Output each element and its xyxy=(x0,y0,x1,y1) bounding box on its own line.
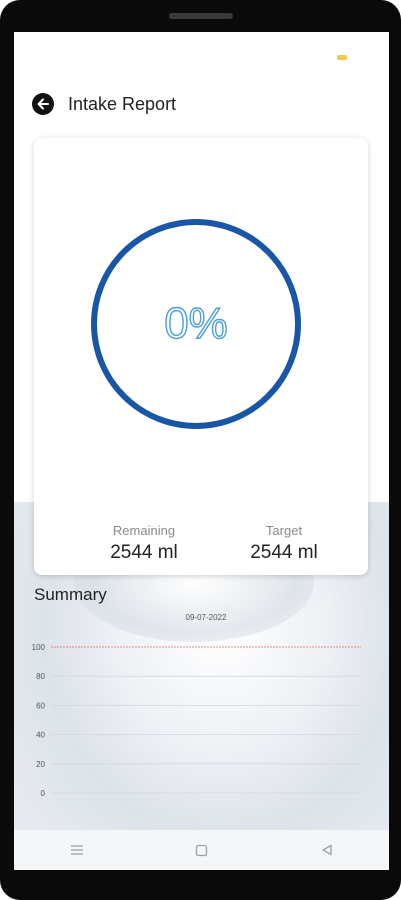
menu-icon xyxy=(70,845,83,855)
app-screen: Intake Report 0% Remaining 2544 ml Targe… xyxy=(14,32,389,870)
android-nav-bar xyxy=(14,830,389,870)
back-button[interactable] xyxy=(32,93,54,115)
remaining-value: 2544 ml xyxy=(110,542,178,563)
home-square-icon xyxy=(195,844,208,856)
speaker-grille xyxy=(169,13,233,19)
y-tick-label: 60 xyxy=(36,701,45,710)
progress-percent: 0% xyxy=(164,298,229,348)
app-header: Intake Report xyxy=(32,90,176,118)
system-back-button[interactable] xyxy=(307,835,347,865)
target-stat: Target 2544 ml xyxy=(229,523,339,564)
target-label: Target xyxy=(265,523,303,538)
y-tick-label: 20 xyxy=(36,760,45,769)
page-title: Intake Report xyxy=(68,93,177,114)
intake-progress-card: 0% Remaining 2544 ml Target 2544 ml xyxy=(34,138,368,575)
arrow-left-icon xyxy=(37,98,49,110)
progress-ring: 0% xyxy=(91,219,301,429)
y-tick-label: 0 xyxy=(41,789,46,798)
remaining-stat: Remaining 2544 ml xyxy=(89,523,199,564)
y-tick-label: 100 xyxy=(32,643,46,652)
phone-frame: Intake Report 0% Remaining 2544 ml Targe… xyxy=(0,0,401,900)
summary-title: Summary xyxy=(34,585,107,604)
x-category-label: 09-07-2022 xyxy=(186,613,227,622)
target-value: 2544 ml xyxy=(250,542,318,563)
status-indicator xyxy=(337,55,347,60)
home-button[interactable] xyxy=(182,835,222,865)
menu-button[interactable] xyxy=(57,835,97,865)
y-tick-label: 40 xyxy=(36,731,45,740)
y-tick-label: 80 xyxy=(36,672,45,681)
remaining-label: Remaining xyxy=(112,523,176,538)
summary-chart: 100 80 60 40 20 0 09-07-2022 xyxy=(32,613,361,798)
back-triangle-icon xyxy=(321,844,332,856)
